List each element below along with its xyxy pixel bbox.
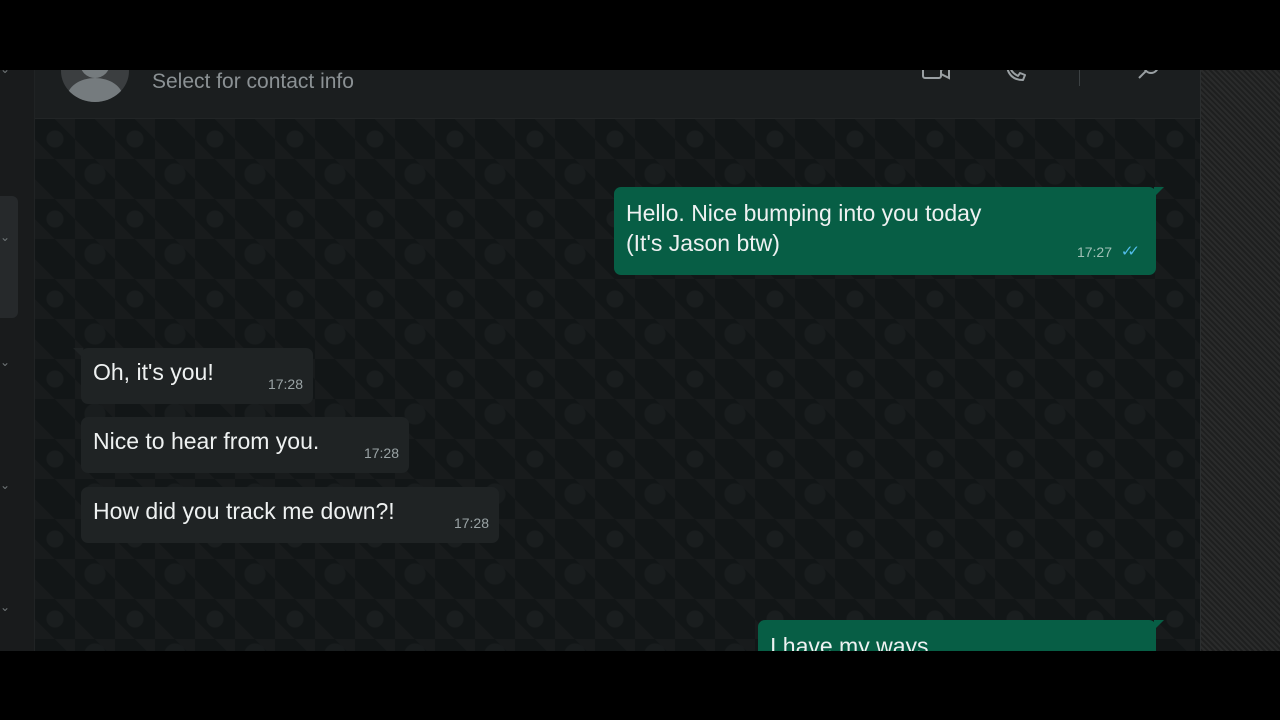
letterbox-bottom [0, 651, 1280, 720]
video-call-icon[interactable] [921, 70, 951, 82]
contact-info-hint[interactable]: Select for contact info [152, 70, 354, 94]
message-bubble-outgoing[interactable]: Hello. Nice bumping into you today (It's… [614, 187, 1164, 275]
bubble-tail [1154, 187, 1164, 197]
letterbox-top [0, 0, 1280, 70]
chat-header[interactable]: Select for contact info [35, 70, 1200, 119]
bubble-tail [1154, 620, 1164, 630]
chevron-down-icon[interactable]: ⌄ [0, 478, 10, 492]
selected-chat-item[interactable] [0, 196, 18, 318]
chevron-down-icon[interactable]: ⌄ [0, 70, 10, 76]
avatar[interactable] [61, 70, 129, 102]
message-time: 17:28 [363, 445, 399, 461]
message-bubble-incoming[interactable]: Oh, it's you! 17:28 [73, 348, 313, 404]
message-text: Hello. Nice bumping into you today (It's… [626, 200, 982, 256]
message-time: 17:28 [453, 515, 489, 531]
message-text: How did you track me down?! [93, 498, 395, 524]
message-text: Nice to hear from you. [93, 428, 320, 454]
message-bubble-incoming[interactable]: How did you track me down?! 17:28 [81, 487, 499, 543]
background-edge [1200, 70, 1280, 651]
message-bubble-incoming[interactable]: Nice to hear from you. 17:28 [81, 417, 409, 473]
search-icon[interactable] [1133, 70, 1163, 82]
chevron-down-icon[interactable]: ⌄ [0, 230, 10, 244]
message-time: 17:28 [267, 376, 303, 392]
message-time: 17:27 [1076, 244, 1112, 260]
message-text: I have my ways [770, 633, 929, 651]
bubble-tail [73, 348, 83, 358]
header-divider [1079, 70, 1080, 86]
whatsapp-window: ⌄ ⌄ ⌄ ⌄ ⌄ Select for contact info Hello.… [0, 70, 1280, 651]
voice-call-icon[interactable] [1001, 70, 1031, 82]
message-area[interactable]: Hello. Nice bumping into you today (It's… [35, 119, 1200, 651]
chevron-down-icon[interactable]: ⌄ [0, 600, 10, 614]
chat-list-sidebar[interactable]: ⌄ ⌄ ⌄ ⌄ ⌄ [0, 70, 35, 651]
read-receipt-icon: ✓✓ [1120, 243, 1140, 260]
message-bubble-outgoing[interactable]: I have my ways [758, 620, 1164, 651]
chevron-down-icon[interactable]: ⌄ [0, 355, 10, 369]
